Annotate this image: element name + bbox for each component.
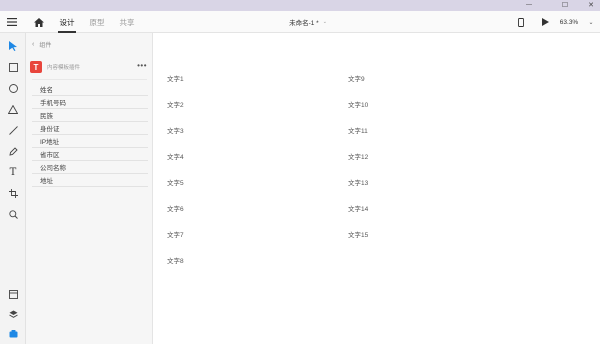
canvas-text-layer[interactable]: 文字12 xyxy=(348,151,368,161)
field-item[interactable]: 地址 xyxy=(32,174,148,187)
maximize-button[interactable]: ☐ xyxy=(556,0,574,11)
tab-prototype[interactable]: 原型 xyxy=(88,11,106,33)
rectangle-tool[interactable] xyxy=(4,58,22,76)
field-list: 姓名 手机号码 民族 身份证 IP地址 省市区 公司名称 地址 xyxy=(32,83,148,187)
text-tool[interactable]: T xyxy=(4,163,22,181)
artboard-tool[interactable] xyxy=(4,184,22,202)
field-item[interactable]: IP地址 xyxy=(32,135,148,148)
zoom-chevron-icon[interactable]: ⌄ xyxy=(586,11,596,33)
panel-divider xyxy=(32,79,147,80)
pen-icon xyxy=(8,146,18,156)
search-icon xyxy=(8,209,18,219)
canvas-text-layer[interactable]: 文字9 xyxy=(348,73,365,83)
canvas-text-layer[interactable]: 文字3 xyxy=(167,125,184,135)
line-icon xyxy=(8,125,18,135)
minimize-icon: — xyxy=(526,2,532,8)
zoom-tool[interactable] xyxy=(4,205,22,223)
line-tool[interactable] xyxy=(4,121,22,139)
layers-button[interactable] xyxy=(4,305,22,323)
field-item[interactable]: 身份证 xyxy=(32,122,148,135)
tab-design[interactable]: 设计 xyxy=(58,11,76,33)
close-icon: ✕ xyxy=(588,2,594,9)
component-header[interactable]: T 内容模板插件 ••• xyxy=(30,58,149,76)
assets-button[interactable] xyxy=(4,285,22,303)
canvas-text-layer[interactable]: 文字4 xyxy=(167,151,184,161)
canvas-text-layer[interactable]: 文字13 xyxy=(348,177,368,187)
ellipse-tool[interactable] xyxy=(4,79,22,97)
text-icon: T xyxy=(9,166,17,178)
canvas-text-layer[interactable]: 文字8 xyxy=(167,255,184,265)
cursor-icon xyxy=(9,41,17,51)
play-button[interactable] xyxy=(538,11,552,33)
window-title-bar: — ☐ ✕ xyxy=(0,0,600,11)
rectangle-icon xyxy=(8,62,18,72)
tab-share[interactable]: 共享 xyxy=(118,11,136,33)
ellipse-icon xyxy=(8,83,18,93)
zoom-level[interactable]: 63.3% xyxy=(556,11,582,33)
document-title[interactable]: 未命名-1 * ⌄ xyxy=(280,11,336,33)
field-item[interactable]: 公司名称 xyxy=(32,161,148,174)
field-item[interactable]: 省市区 xyxy=(32,148,148,161)
field-item[interactable]: 姓名 xyxy=(32,83,148,96)
canvas-text-layer[interactable]: 文字11 xyxy=(348,125,368,135)
back-label: 组件 xyxy=(39,42,52,49)
canvas-text-layer[interactable]: 文字5 xyxy=(167,177,184,187)
close-button[interactable]: ✕ xyxy=(582,0,600,11)
menu-icon xyxy=(7,18,17,26)
triangle-icon xyxy=(8,104,18,114)
polygon-tool[interactable] xyxy=(4,100,22,118)
assets-icon xyxy=(8,289,18,299)
component-logo: T xyxy=(30,61,42,73)
field-item[interactable]: 民族 xyxy=(32,109,148,122)
canvas-text-layer[interactable]: 文字15 xyxy=(348,229,368,239)
left-toolbar: T xyxy=(0,33,26,344)
canvas-text-layer[interactable]: 文字14 xyxy=(348,203,368,213)
more-options-icon[interactable]: ••• xyxy=(137,61,147,70)
plugin-panel: ‹ 组件 T 内容模板插件 ••• 姓名 手机号码 民族 身份证 IP地址 省市… xyxy=(26,33,153,344)
home-button[interactable] xyxy=(32,11,46,33)
design-canvas[interactable]: 文字1 文字2 文字3 文字4 文字5 文字6 文字7 文字8 文字9 文字10… xyxy=(153,33,600,344)
chevron-down-icon: ⌄ xyxy=(322,19,327,25)
plugins-button[interactable] xyxy=(4,325,22,343)
layers-icon xyxy=(8,310,18,318)
top-bar: 设计 原型 共享 未命名-1 * ⌄ 63.3% ⌄ xyxy=(0,11,600,33)
device-preview-button[interactable] xyxy=(514,11,528,33)
canvas-text-layer[interactable]: 文字1 xyxy=(167,73,184,83)
home-icon xyxy=(34,17,44,27)
plugin-icon xyxy=(9,330,17,338)
canvas-text-layer[interactable]: 文字6 xyxy=(167,203,184,213)
menu-button[interactable] xyxy=(4,11,20,33)
phone-icon xyxy=(518,17,524,27)
chevron-left-icon: ‹ xyxy=(32,40,35,48)
field-item[interactable]: 手机号码 xyxy=(32,96,148,109)
canvas-text-layer[interactable]: 文字2 xyxy=(167,99,184,109)
canvas-text-layer[interactable]: 文字10 xyxy=(348,99,368,109)
play-icon xyxy=(541,18,549,26)
maximize-icon: ☐ xyxy=(561,2,569,9)
artboard-icon xyxy=(8,188,18,198)
back-to-components[interactable]: ‹ 组件 xyxy=(32,39,51,49)
select-tool[interactable] xyxy=(4,37,22,55)
minimize-button[interactable]: — xyxy=(520,0,538,11)
component-name: 内容模板插件 xyxy=(47,65,81,71)
pen-tool[interactable] xyxy=(4,142,22,160)
canvas-text-layer[interactable]: 文字7 xyxy=(167,229,184,239)
